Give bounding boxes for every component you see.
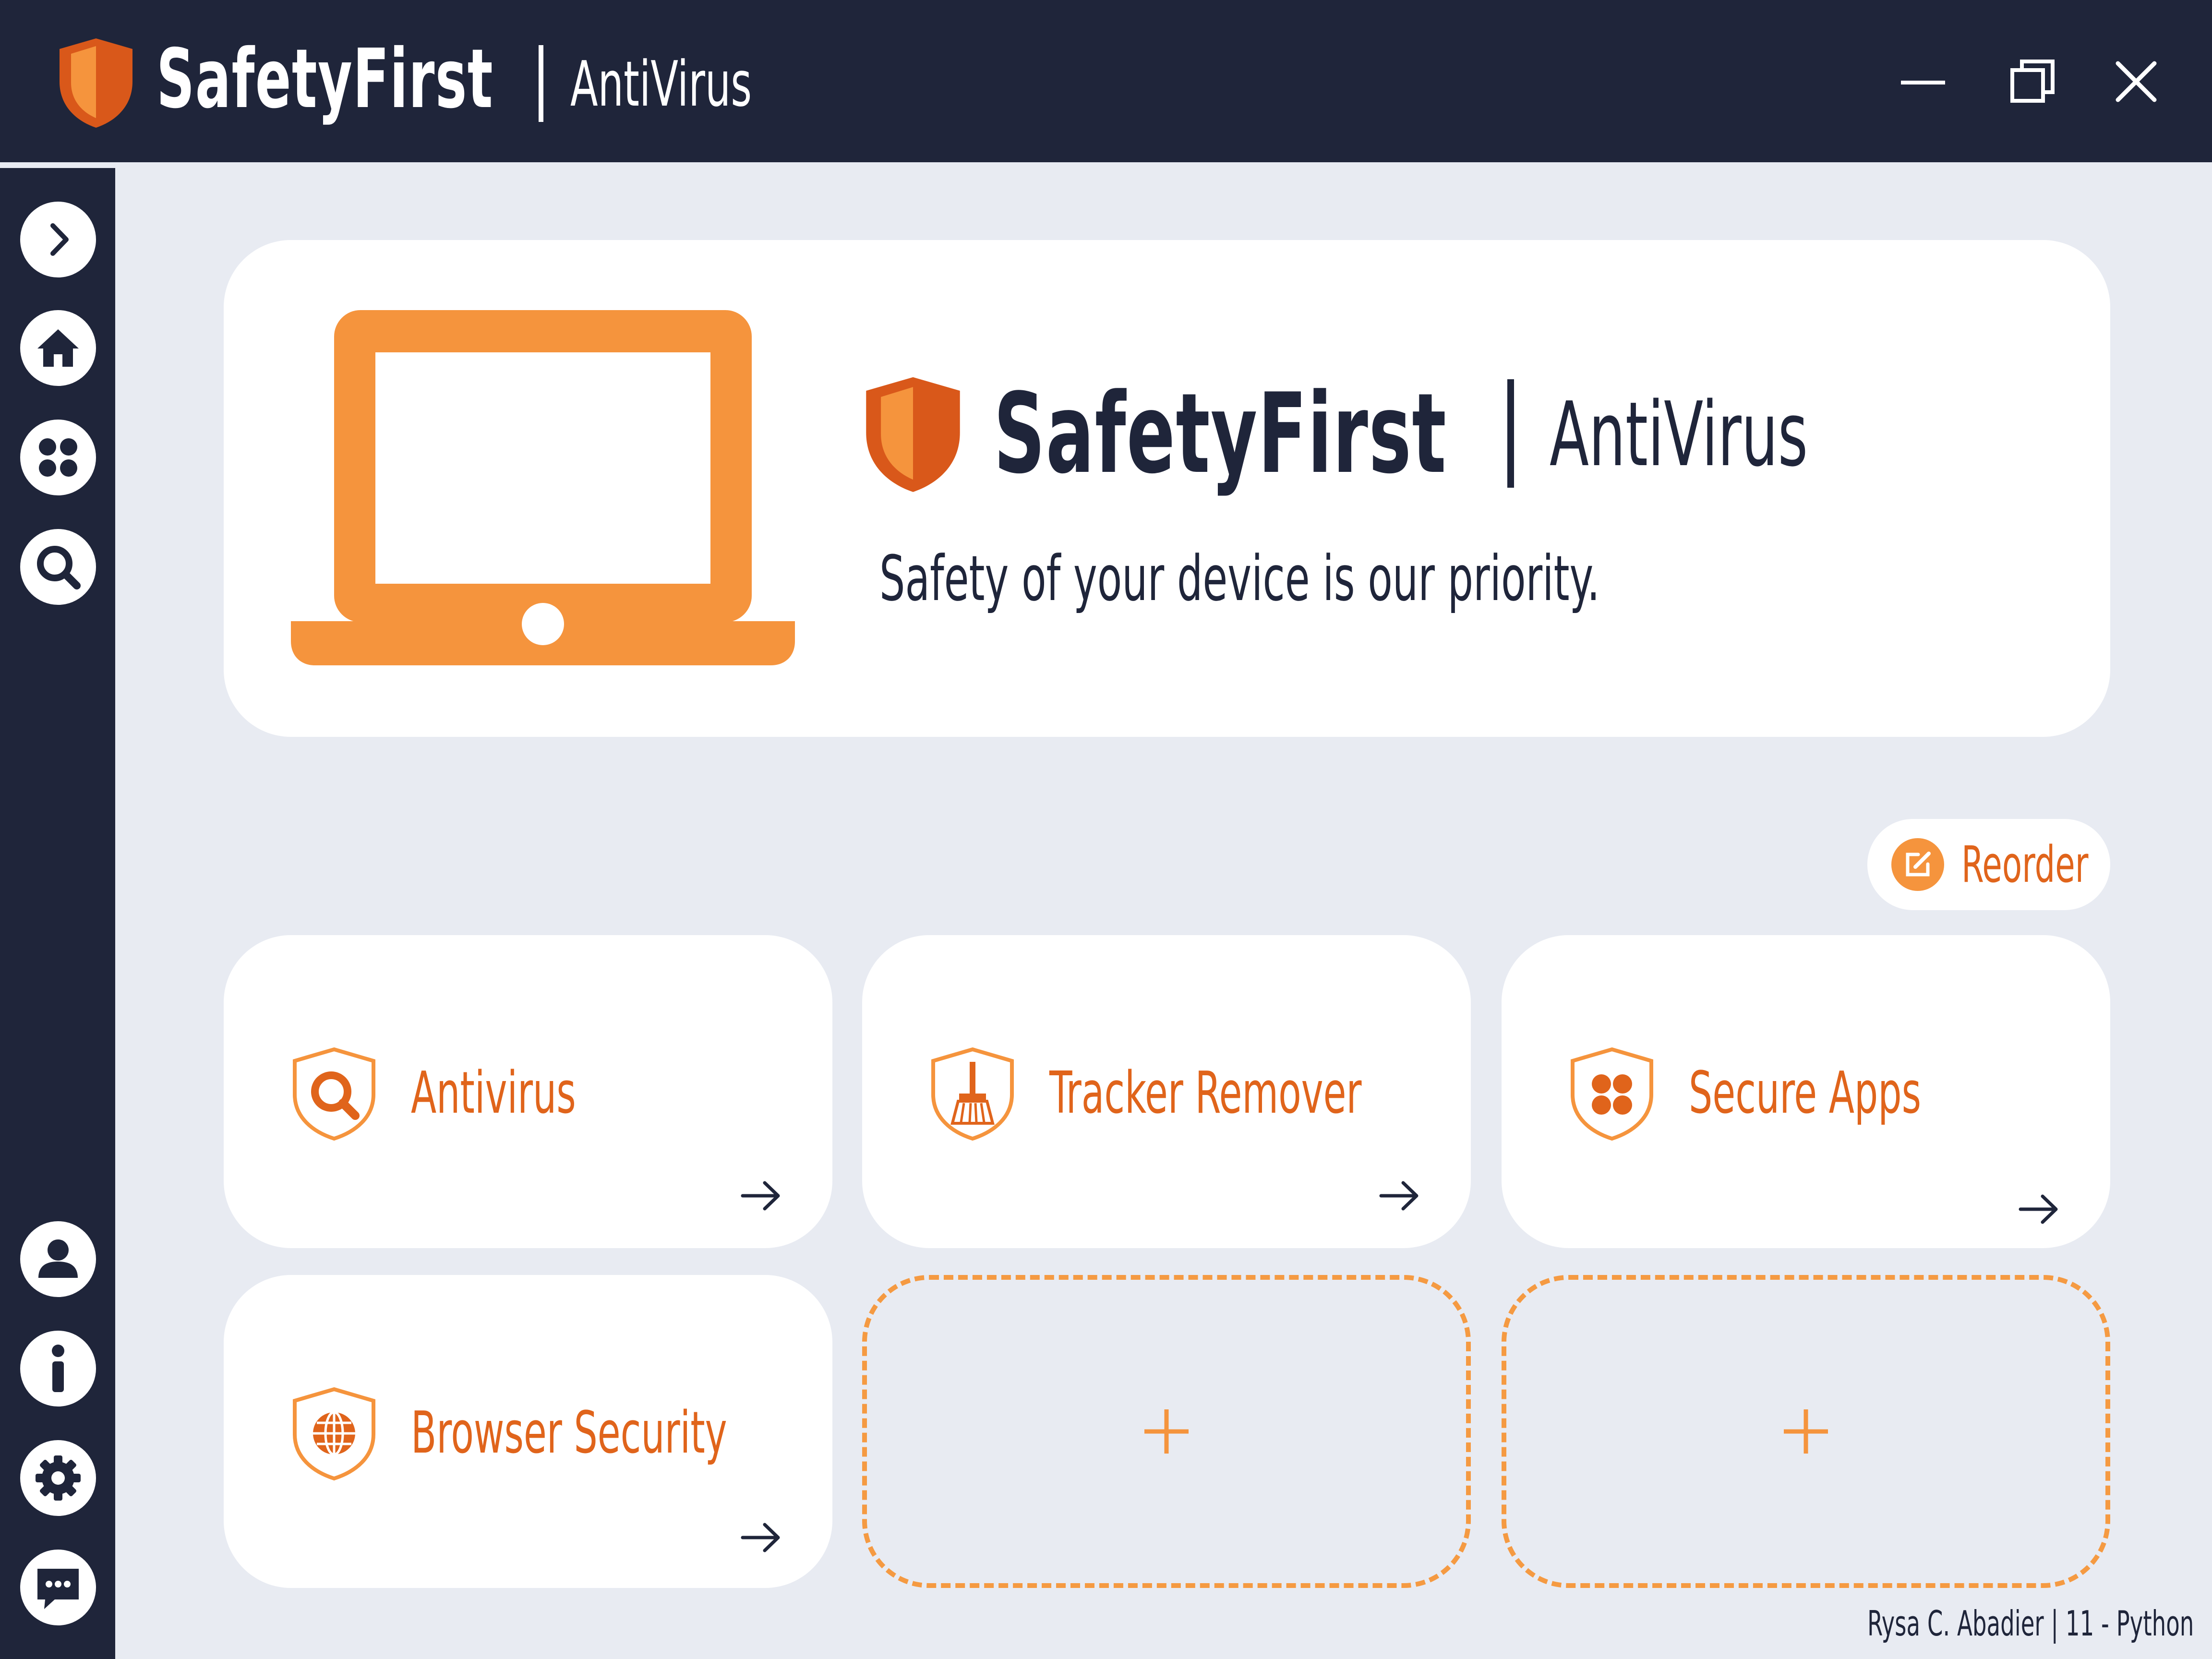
laptop-illustration-icon [291, 310, 795, 665]
arrow-right-icon [2019, 1194, 2058, 1224]
settings-icon [36, 1455, 81, 1501]
shield-logo-icon [60, 38, 132, 128]
arrow-right-icon [1379, 1181, 1419, 1211]
card-tracker-remover[interactable]: Tracker Remover [862, 935, 1471, 1248]
arrow-right-icon [741, 1181, 780, 1211]
sidebar-item-search[interactable] [20, 529, 96, 605]
close-icon [2116, 61, 2157, 102]
card-secure-apps[interactable]: Secure Apps [1502, 935, 2110, 1248]
card-label: Antivirus [411, 1060, 576, 1127]
shield-globe-icon [293, 1387, 375, 1481]
title-bar: SafetyFirst AntiVirus [0, 0, 2212, 162]
footer-credit: Rysa C. Abadier | 11 - Python [1867, 1603, 2194, 1644]
account-icon [38, 1239, 78, 1278]
sidebar-item-info[interactable] [20, 1331, 96, 1407]
app-product-name: AntiVirus [570, 48, 752, 120]
card-label: Browser Security [411, 1400, 727, 1467]
home-icon [37, 329, 79, 367]
plus-icon [1144, 1409, 1189, 1454]
shield-apps-icon [1571, 1047, 1653, 1141]
arrow-right-icon [741, 1523, 780, 1552]
search-icon [37, 546, 81, 589]
shield-broom-icon [931, 1047, 1014, 1141]
sidebar-item-settings[interactable] [20, 1440, 96, 1516]
close-button[interactable] [2107, 53, 2165, 110]
minimize-icon [1901, 81, 1945, 84]
sidebar-item-apps[interactable] [20, 420, 96, 495]
add-card-slot[interactable] [862, 1275, 1471, 1588]
minimize-button[interactable] [1894, 53, 1952, 110]
sidebar-item-account[interactable] [20, 1221, 96, 1297]
card-antivirus[interactable]: Antivirus [224, 935, 832, 1248]
maximize-button[interactable] [2004, 53, 2061, 110]
edit-icon [1891, 838, 1944, 891]
info-icon [52, 1345, 64, 1392]
card-label: Secure Apps [1689, 1060, 1922, 1127]
apps-icon [39, 438, 77, 477]
expand-icon [50, 223, 69, 256]
reorder-button[interactable]: Reorder [1867, 819, 2110, 910]
plus-icon [1784, 1409, 1828, 1454]
hero-product-name: AntiVirus [1550, 383, 1808, 486]
title-divider [539, 45, 543, 122]
restore-icon [2010, 60, 2055, 103]
sidebar-item-home[interactable] [20, 310, 96, 386]
sidebar-item-expand[interactable] [20, 202, 96, 277]
app-brand-name: SafetyFirst [156, 32, 493, 127]
sidebar [0, 168, 115, 1659]
reorder-label: Reorder [1961, 835, 2089, 894]
shield-search-icon [293, 1047, 375, 1141]
card-label: Tracker Remover [1049, 1060, 1362, 1127]
add-card-slot[interactable] [1502, 1275, 2110, 1588]
hero-divider [1507, 379, 1514, 488]
shield-logo-icon [866, 377, 960, 492]
app-title: SafetyFirst [156, 29, 625, 130]
chat-icon [37, 1569, 79, 1609]
hero-tagline: Safety of your device is our priority. [879, 542, 1600, 615]
hero-brand-name: SafetyFirst [994, 370, 1447, 498]
card-browser-security[interactable]: Browser Security [224, 1275, 832, 1588]
sidebar-item-chat[interactable] [20, 1550, 96, 1625]
